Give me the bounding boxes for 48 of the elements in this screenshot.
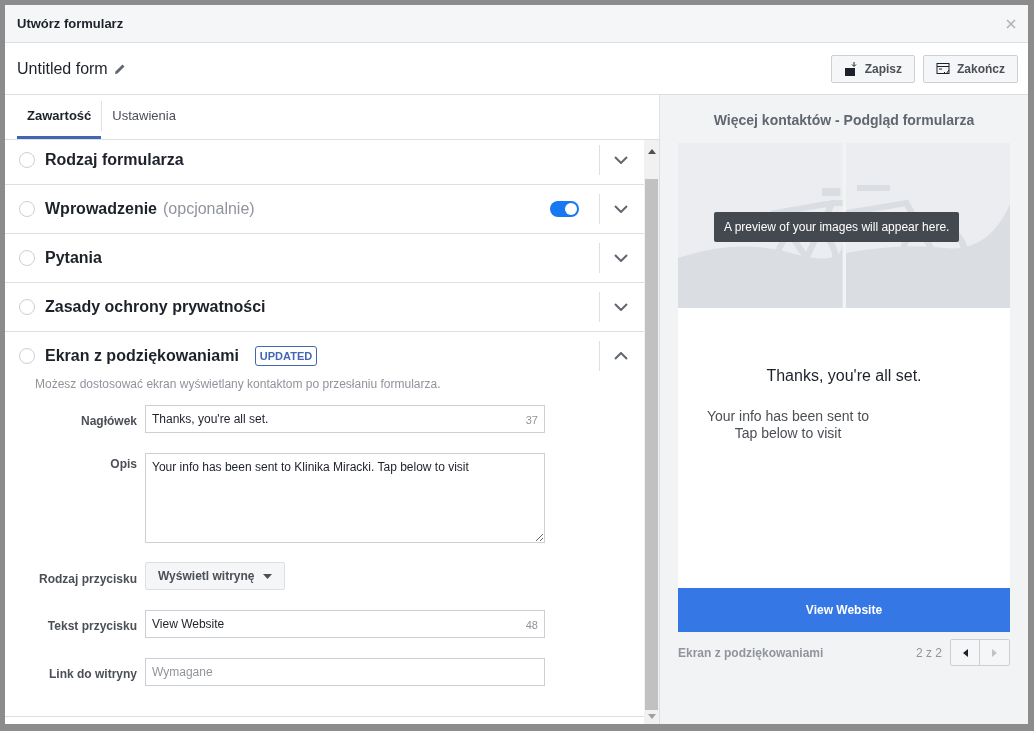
field-label: Tekst przycisku bbox=[46, 618, 138, 635]
expand-icon[interactable] bbox=[614, 205, 628, 213]
input-field[interactable]: Wymagane bbox=[145, 658, 545, 686]
expand-icon[interactable] bbox=[614, 254, 628, 262]
field-label: Rodzaj przycisku bbox=[37, 571, 138, 588]
section-title[interactable]: Rodzaj formularza bbox=[45, 148, 184, 172]
text-area[interactable]: Your info has been sent to Klinika Miracki. Tap below to visit bbox=[145, 453, 545, 543]
section-title[interactable]: Ekran z podziękowaniami bbox=[45, 344, 239, 368]
finish-button[interactable]: Zakończ bbox=[923, 54, 1018, 83]
section-title[interactable]: Pytania bbox=[45, 246, 102, 270]
preview-heading: Thanks, you're all set. bbox=[765, 366, 923, 386]
character-counter: 48 bbox=[525, 618, 538, 633]
section-title[interactable]: Wprowadzenie bbox=[45, 197, 157, 221]
field-label: Opis bbox=[109, 456, 138, 473]
preview-title: Więcej kontaktów - Podgląd formularza bbox=[712, 111, 976, 130]
form-name: Untitled form bbox=[17, 58, 108, 79]
toggle-switch[interactable] bbox=[550, 201, 579, 217]
download-icon bbox=[843, 61, 858, 76]
section-description: Możesz dostosować ekran wyświetlany kontaktom po przesłaniu formularza. bbox=[35, 376, 442, 393]
close-icon[interactable] bbox=[1006, 18, 1016, 29]
preview-text: Tap below to visit bbox=[734, 425, 842, 442]
view-website-button[interactable]: View Website bbox=[678, 588, 1010, 632]
scroll-up-icon[interactable] bbox=[647, 148, 656, 154]
scrollbar[interactable] bbox=[644, 140, 659, 724]
tooltip: A preview of your images will appear here. bbox=[714, 212, 960, 242]
pencil-icon[interactable] bbox=[113, 62, 126, 75]
tab[interactable]: Ustawienia bbox=[102, 95, 186, 139]
field-label: Link do witryny bbox=[48, 666, 138, 683]
screen-name: Ekran z podziękowaniami bbox=[678, 644, 824, 662]
save-button[interactable]: Zapisz bbox=[830, 54, 915, 83]
dialog-title: Utwórz formularz bbox=[17, 14, 124, 33]
field-label: Nagłówek bbox=[80, 413, 138, 430]
updated-badge: UPDATED bbox=[254, 345, 318, 367]
character-counter: 37 bbox=[525, 413, 538, 428]
left-arrow-icon bbox=[962, 648, 968, 657]
scroll-thumb[interactable] bbox=[645, 179, 658, 710]
scroll-down-icon[interactable] bbox=[647, 714, 656, 720]
expand-icon[interactable] bbox=[614, 156, 628, 164]
expand-icon[interactable] bbox=[614, 303, 628, 311]
dropdown-button[interactable]: Wyświetl witrynę bbox=[145, 562, 286, 590]
optional-note: (opcjonalnie) bbox=[163, 199, 255, 219]
collapse-icon[interactable] bbox=[614, 352, 628, 360]
preview-text: Your info has been sent to bbox=[706, 408, 870, 425]
checklist-icon bbox=[936, 61, 950, 76]
right-arrow-icon bbox=[992, 648, 997, 657]
caret-icon bbox=[263, 573, 273, 579]
section-title[interactable]: Zasady ochrony prywatności bbox=[45, 295, 266, 319]
page-counter: 2 z 2 bbox=[916, 644, 942, 662]
